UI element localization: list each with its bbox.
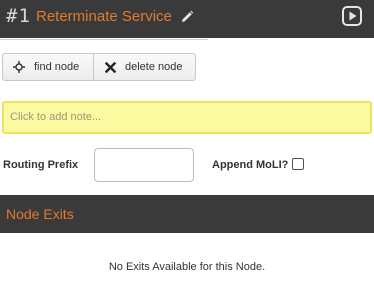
append-moli-label: Append MoLI? (212, 159, 289, 171)
routing-prefix-input[interactable] (94, 148, 194, 182)
node-actions: find node delete node (2, 53, 196, 81)
pencil-icon[interactable] (180, 10, 194, 24)
find-node-label: find node (34, 61, 80, 73)
node-title[interactable]: Reterminate Service (36, 8, 172, 25)
no-exits-message: No Exits Available for this Node. (108, 261, 266, 273)
node-number: #1 (6, 5, 31, 27)
x-icon (105, 61, 116, 73)
play-icon[interactable] (341, 5, 363, 27)
add-note-field[interactable]: Click to add note... (2, 101, 372, 134)
routing-prefix-label: Routing Prefix (3, 159, 79, 171)
delete-node-button[interactable]: delete node (94, 54, 195, 80)
node-exits-header: Node Exits (0, 195, 374, 233)
node-header: #1 Reterminate Service (0, 0, 374, 38)
node-exits-title: Node Exits (6, 206, 74, 222)
delete-node-label: delete node (125, 61, 183, 73)
find-node-button[interactable]: find node (3, 54, 94, 80)
crosshair-icon (13, 61, 25, 73)
append-moli-checkbox[interactable] (292, 158, 304, 170)
header-divider (0, 39, 208, 40)
